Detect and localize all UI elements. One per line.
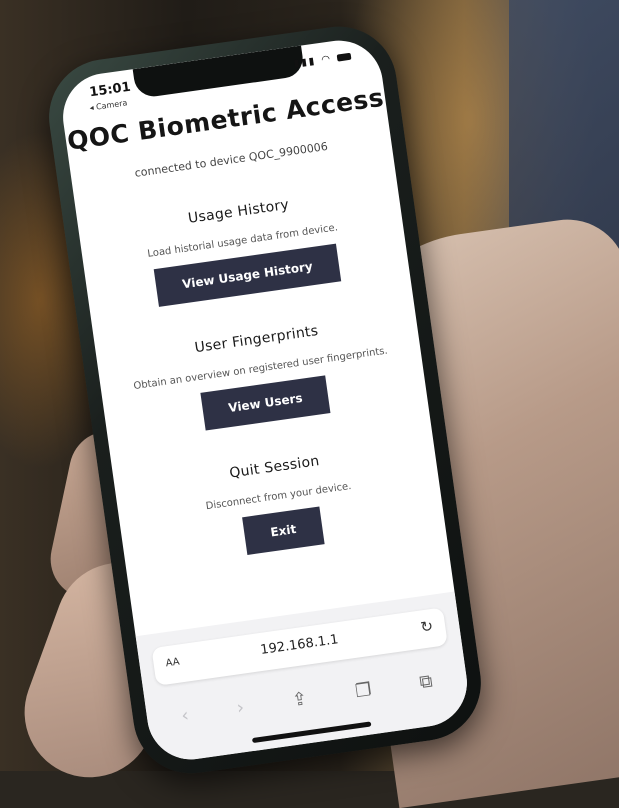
book-icon[interactable]: ❐	[354, 679, 373, 702]
chevron-left-icon[interactable]: ‹	[180, 704, 190, 726]
signal-icon: ▮▮▮	[293, 55, 317, 70]
url-text[interactable]: 192.168.1.1	[153, 617, 446, 673]
main-content: QOC Biometric Access connected to device…	[64, 82, 445, 571]
section-usage-history: Usage History Load historial usage data …	[78, 182, 410, 317]
battery-icon	[336, 52, 352, 62]
tabs-icon[interactable]: ⧉	[418, 670, 434, 693]
section-quit-session: Quit Session Disconnect from your device…	[114, 437, 446, 572]
exit-button[interactable]: Exit	[242, 506, 325, 555]
share-icon[interactable]: ⇪	[291, 688, 309, 711]
reload-icon[interactable]: ↻	[419, 617, 434, 637]
back-to-camera-link[interactable]: ◂ Camera	[89, 98, 128, 112]
status-time: 15:01	[88, 79, 132, 101]
section-title: Quit Session	[228, 453, 321, 482]
status-icons: ▮▮▮ ◠	[293, 51, 352, 70]
section-title: Usage History	[187, 196, 291, 227]
section-user-fingerprints: User Fingerprints Obtain an overview on …	[96, 309, 428, 444]
section-title: User Fingerprints	[193, 322, 320, 357]
view-users-button[interactable]: View Users	[200, 375, 331, 431]
chevron-right-icon[interactable]: ›	[235, 697, 245, 719]
wifi-icon: ◠	[320, 53, 333, 66]
